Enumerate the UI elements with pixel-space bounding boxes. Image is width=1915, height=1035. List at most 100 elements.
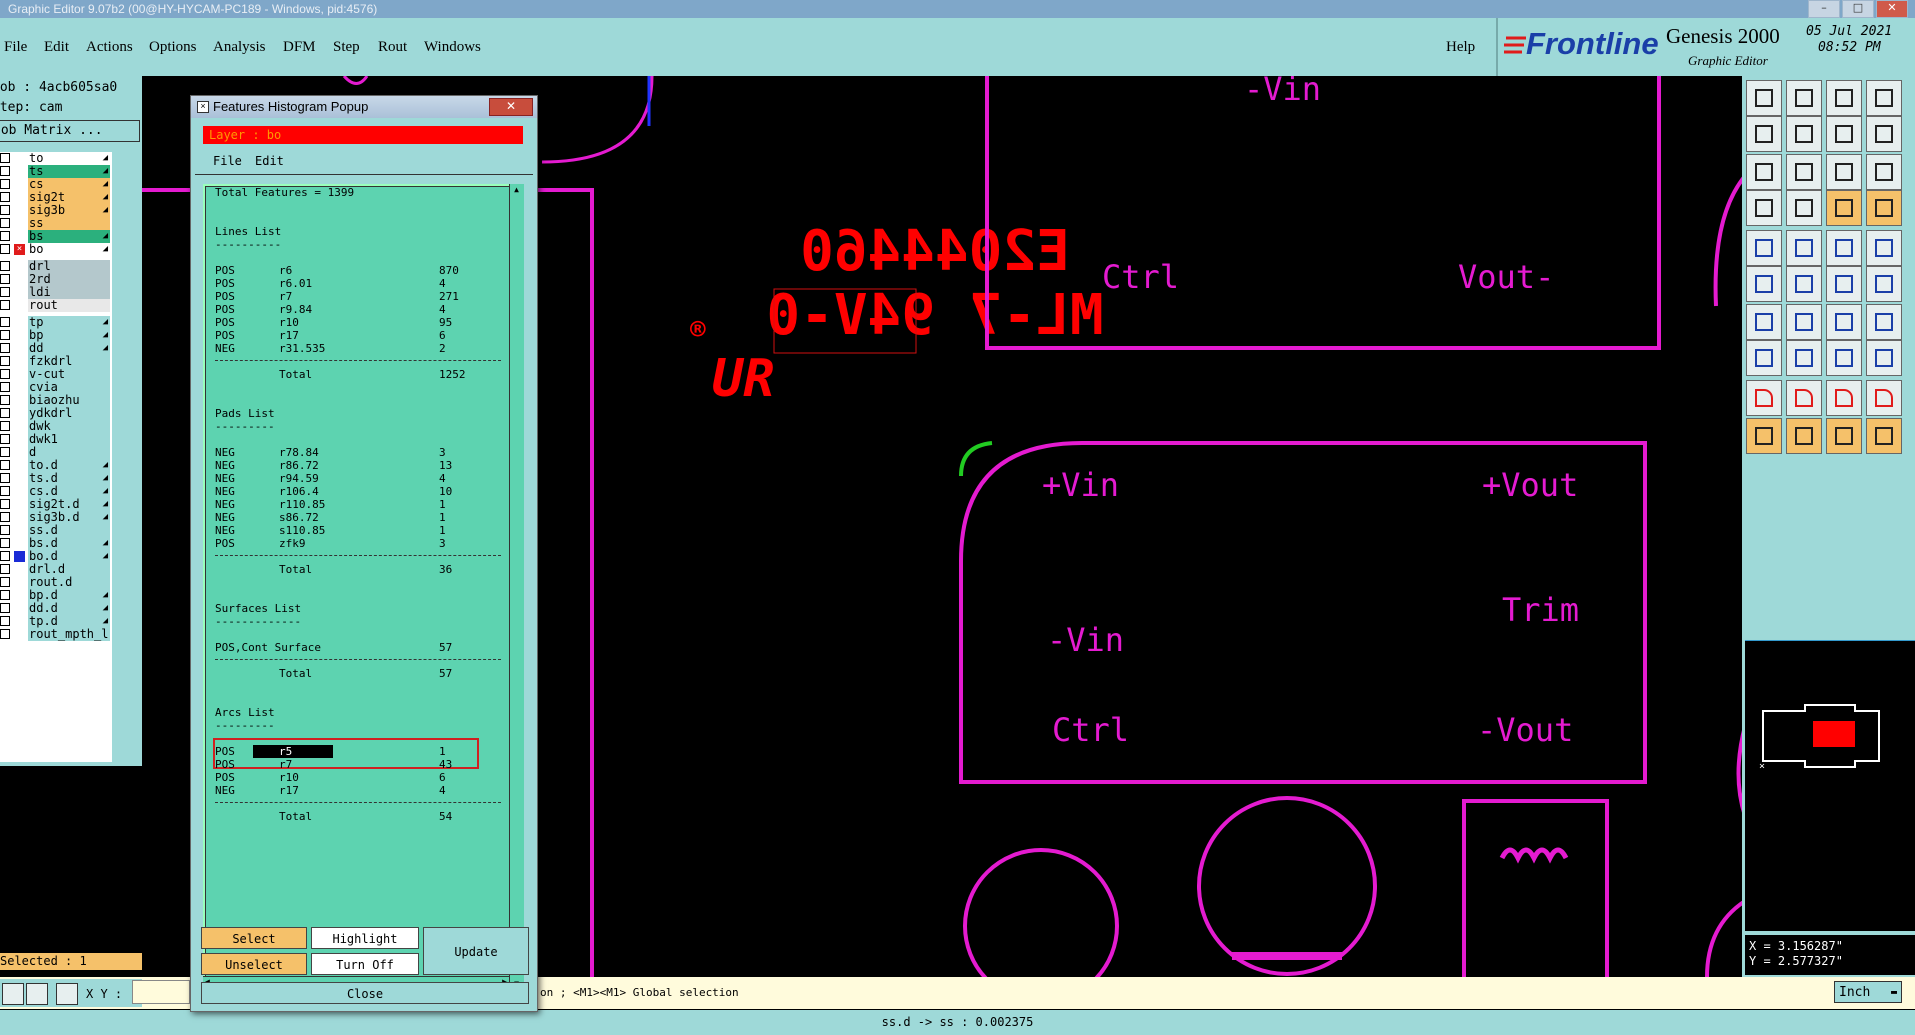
layer-checkbox[interactable] — [0, 287, 10, 297]
histogram-list[interactable]: Total Features = 1399 Lines List --------… — [203, 184, 510, 976]
layer-row[interactable]: to ◢ — [0, 152, 112, 165]
layer-checkbox[interactable] — [0, 317, 10, 327]
unselect-button[interactable]: Unselect — [201, 953, 307, 975]
minimize-button[interactable]: – — [1808, 0, 1840, 18]
turn-off-button[interactable]: Turn Off — [311, 953, 419, 975]
layer-row[interactable]: bp ◢ — [0, 329, 112, 342]
histogram-row[interactable]: POS r6.01 4 — [215, 277, 505, 290]
menu-analysis[interactable]: Analysis — [213, 39, 266, 56]
layer-checkbox[interactable] — [0, 166, 10, 176]
layer-checkbox[interactable] — [0, 551, 10, 561]
menu-dfm[interactable]: DFM — [283, 39, 316, 56]
layer-checkbox[interactable] — [0, 434, 10, 444]
menu-step[interactable]: Step — [333, 39, 360, 56]
arc-2-icon[interactable] — [1786, 380, 1822, 416]
snap-icon[interactable] — [1746, 340, 1782, 376]
features-icon[interactable] — [1826, 190, 1862, 226]
line-icon[interactable] — [1786, 340, 1822, 376]
layer-row[interactable]: rout — [0, 299, 112, 312]
layer-checkbox[interactable] — [0, 153, 10, 163]
popup-close-button[interactable]: Close — [201, 982, 529, 1004]
layer-row[interactable]: sig3b ◢ — [0, 204, 112, 217]
histogram-row[interactable]: NEG s110.85 1 — [215, 524, 505, 537]
layer-checkbox[interactable] — [0, 300, 10, 310]
layer-checkbox[interactable] — [0, 473, 10, 483]
line-add-icon[interactable] — [1786, 230, 1822, 266]
layer-row[interactable]: ts ◢ — [0, 165, 112, 178]
zoom-fit-icon[interactable] — [1786, 154, 1822, 190]
copy-icon[interactable] — [1866, 266, 1902, 302]
layer-row[interactable]: ss — [0, 217, 112, 230]
layer-checkbox[interactable] — [0, 564, 10, 574]
help-icon[interactable] — [1866, 154, 1902, 190]
point-icon[interactable] — [1866, 230, 1902, 266]
connect-icon[interactable] — [1746, 266, 1782, 302]
layer-checkbox[interactable] — [0, 538, 10, 548]
layer-checkbox[interactable] — [0, 218, 10, 228]
layer-checkbox[interactable] — [0, 179, 10, 189]
histogram-row[interactable]: NEG s86.72 1 — [215, 511, 505, 524]
popup-close-icon[interactable]: ✕ — [489, 98, 533, 116]
histogram-row[interactable]: NEG r86.72 13 — [215, 459, 505, 472]
layer-checkbox[interactable] — [0, 231, 10, 241]
histogram-row[interactable]: NEG r94.59 4 — [215, 472, 505, 485]
layer-checkbox[interactable] — [0, 590, 10, 600]
layer-checkbox[interactable] — [0, 356, 10, 366]
popup-menu-edit[interactable]: Edit — [255, 151, 284, 171]
histogram-row[interactable]: NEG r78.84 3 — [215, 446, 505, 459]
histogram-row[interactable]: POS r17 6 — [215, 329, 505, 342]
layer-row[interactable]: bs ◢ — [0, 230, 112, 243]
layer-row[interactable]: bo ◢ × — [0, 243, 112, 256]
histogram-row[interactable]: NEG r110.85 1 — [215, 498, 505, 511]
select-area-icon[interactable] — [1826, 418, 1862, 454]
histogram-row[interactable]: POS,Cont Surface 57 — [215, 641, 505, 654]
layer-row[interactable]: tp ◢ — [0, 316, 112, 329]
select-button[interactable]: Select — [201, 927, 307, 949]
menu-actions[interactable]: Actions — [86, 39, 133, 56]
layer-checkbox[interactable] — [0, 244, 10, 254]
select-arrow-icon[interactable] — [1786, 418, 1822, 454]
menu-rout[interactable]: Rout — [378, 39, 407, 56]
update-button[interactable]: Update — [423, 927, 529, 975]
menu-edit[interactable]: Edit — [44, 39, 69, 56]
layer-copy-icon[interactable] — [1826, 116, 1862, 152]
select-net-icon[interactable] — [1866, 418, 1902, 454]
layer-checkbox[interactable] — [0, 629, 10, 639]
histogram-row[interactable]: NEG r31.535 2 — [215, 342, 505, 355]
histogram-row[interactable]: POS r10 6 — [215, 771, 505, 784]
layer-checkbox[interactable] — [0, 408, 10, 418]
dim-icon[interactable] — [1826, 230, 1862, 266]
highlight-button[interactable]: Highlight — [311, 927, 419, 949]
layer-checkbox[interactable] — [0, 205, 10, 215]
layer-checkbox[interactable] — [0, 382, 10, 392]
undo-icon[interactable] — [1826, 304, 1862, 340]
delete-icon[interactable] — [1786, 266, 1822, 302]
pointer-icon[interactable] — [1746, 418, 1782, 454]
histogram-row[interactable]: POS zfk9 3 — [215, 537, 505, 550]
align-icon[interactable] — [1826, 340, 1862, 376]
maximize-button[interactable]: □ — [1842, 0, 1874, 18]
layer-checkbox[interactable] — [0, 395, 10, 405]
measure-icon[interactable] — [1746, 190, 1782, 226]
prev-step-icon[interactable] — [1746, 116, 1782, 152]
layer-checkbox[interactable] — [0, 512, 10, 522]
layer-checkbox[interactable] — [0, 577, 10, 587]
open-job-icon[interactable] — [1746, 80, 1782, 116]
arc-4-icon[interactable] — [1866, 380, 1902, 416]
layer-row[interactable]: drl — [0, 260, 112, 273]
layer-checkbox[interactable] — [0, 192, 10, 202]
grid-tool-icon[interactable] — [56, 983, 78, 1005]
histogram-vertical-scrollbar[interactable]: ▲ ▼ — [509, 184, 524, 990]
layer-checkbox[interactable] — [0, 499, 10, 509]
histogram-row[interactable]: POS r6 870 — [215, 264, 505, 277]
layer-swap-icon[interactable] — [1866, 116, 1902, 152]
histogram-row[interactable]: POS r9.84 4 — [215, 303, 505, 316]
mini-map[interactable]: × — [1745, 640, 1915, 931]
layer-checkbox[interactable] — [0, 525, 10, 535]
layer-checkbox[interactable] — [0, 274, 10, 284]
zoom-tool-icon[interactable] — [26, 983, 48, 1005]
layer-checkbox[interactable] — [0, 447, 10, 457]
menu-options[interactable]: Options — [149, 39, 197, 56]
zoom-1-2-icon[interactable] — [1826, 154, 1862, 190]
layer-checkbox[interactable] — [0, 330, 10, 340]
